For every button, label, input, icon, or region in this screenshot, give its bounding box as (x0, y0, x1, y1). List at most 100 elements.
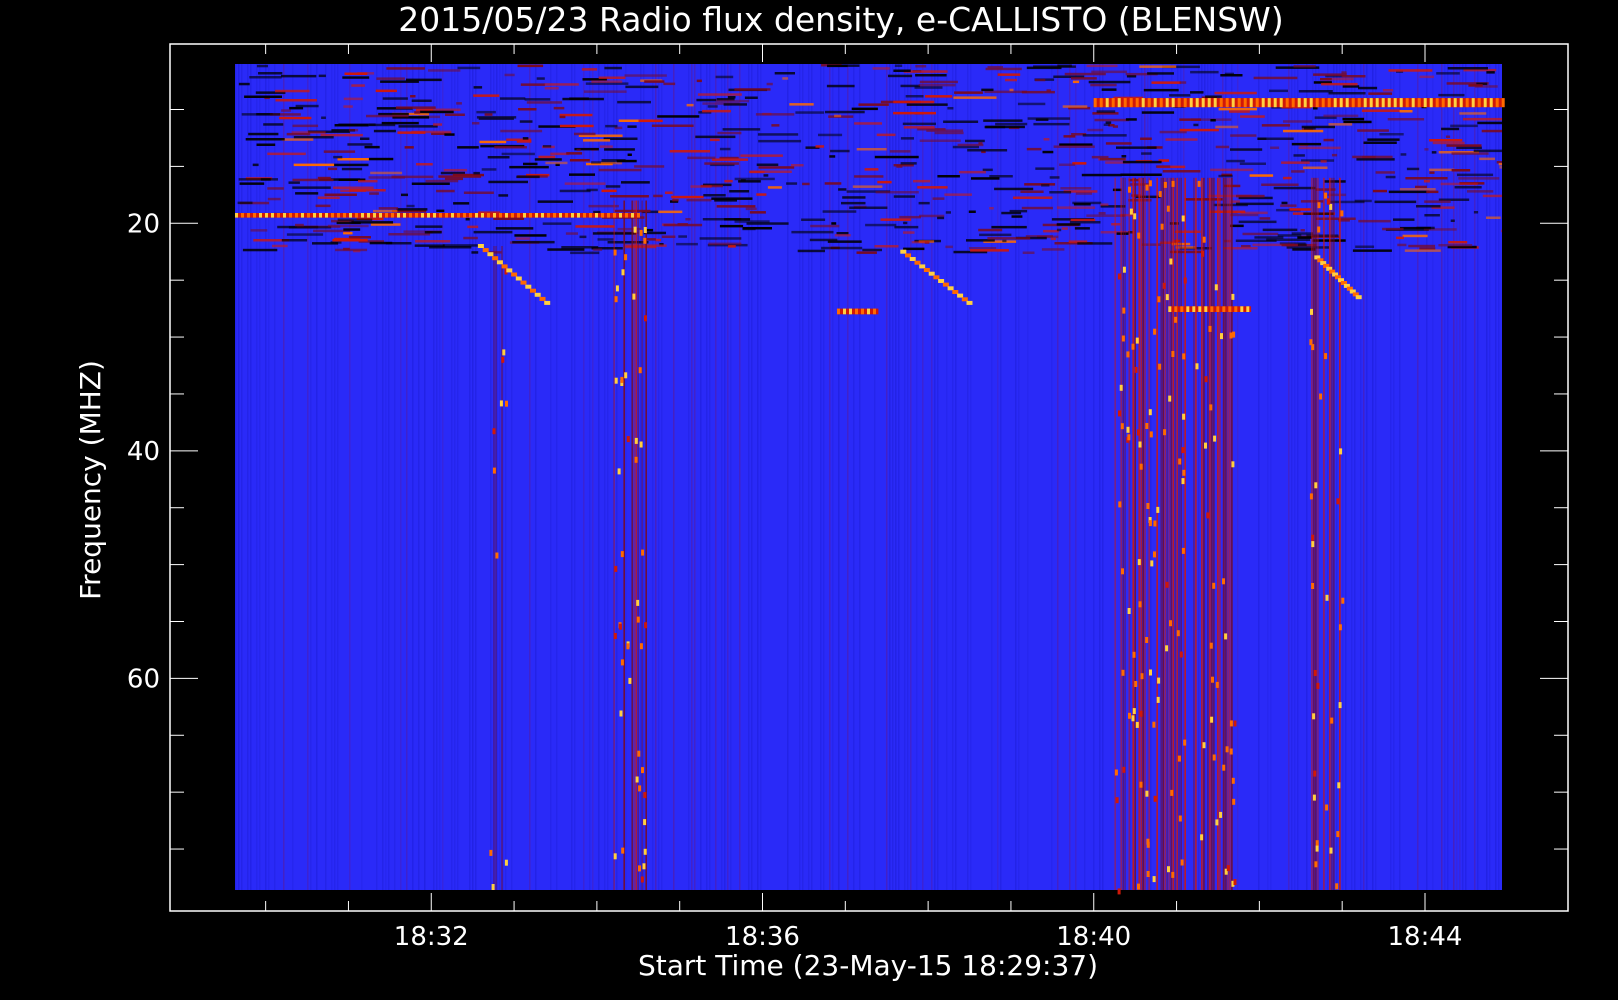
burst-hotspot (1222, 578, 1225, 585)
interference-dash (1429, 98, 1433, 108)
noise-streak (265, 64, 267, 890)
burst-hotspot (1195, 363, 1199, 370)
noise-fleck (697, 93, 742, 96)
noise-fleck (802, 182, 810, 186)
noise-fleck (1415, 185, 1427, 189)
noise-fleck (1463, 117, 1502, 121)
noise-streak (625, 64, 627, 890)
noise-fleck (1393, 218, 1415, 221)
noise-fleck (695, 135, 736, 139)
interference-dash (367, 213, 370, 218)
interference-dash (1195, 98, 1199, 108)
noise-fleck (1082, 134, 1127, 137)
noise-streak (643, 64, 645, 890)
noise-fleck (740, 154, 783, 157)
noise-fleck (894, 64, 903, 67)
burst-hotspot (1148, 409, 1152, 416)
burst-streak (1184, 177, 1186, 891)
noise-fleck (987, 237, 1031, 240)
burst-hotspot (1222, 764, 1226, 771)
noise-fleck (651, 124, 694, 127)
noise-streak (832, 64, 834, 890)
noise-fleck (1035, 118, 1049, 121)
noise-fleck (710, 138, 720, 142)
burst-hotspot (638, 367, 642, 374)
noise-fleck (809, 238, 838, 242)
noise-fleck (436, 189, 455, 193)
noise-fleck (369, 192, 379, 195)
burst-hotspot (1169, 258, 1173, 265)
noise-fleck (1429, 171, 1435, 174)
burst-hotspot (1156, 696, 1160, 703)
noise-fleck (1064, 72, 1106, 76)
noise-fleck (1372, 189, 1387, 193)
noise-fleck (1451, 152, 1489, 155)
interference-dash (1327, 98, 1331, 108)
burst-hotspot (1341, 597, 1345, 604)
interference-dash (409, 213, 412, 218)
noise-fleck (252, 163, 259, 167)
burst-hotspot (1121, 568, 1124, 575)
interference-dash (1291, 98, 1295, 108)
burst-hotspot (1210, 716, 1214, 723)
noise-fleck (1230, 134, 1257, 137)
burst-hotspot (1145, 790, 1149, 797)
interference-dash (1135, 98, 1139, 108)
noise-fleck (638, 119, 663, 123)
drift-point (909, 257, 916, 261)
noise-fleck (1408, 244, 1436, 248)
noise-fleck (292, 186, 331, 189)
noise-streak (412, 64, 414, 890)
noise-fleck (771, 124, 780, 127)
noise-fleck (318, 74, 326, 78)
burst-hotspot (1213, 435, 1217, 442)
burst-hotspot (491, 884, 495, 890)
noise-fleck (756, 193, 767, 196)
noise-fleck (425, 179, 459, 183)
burst-streak (1209, 177, 1211, 891)
interference-dash (547, 213, 550, 218)
noise-streak (259, 64, 261, 890)
interference-dash (1225, 98, 1229, 108)
burst-hotspot (1180, 859, 1184, 866)
interference-dash (1165, 98, 1169, 108)
noise-fleck (456, 102, 462, 105)
interference-dash (451, 213, 454, 218)
noise-fleck (1249, 174, 1274, 177)
burst-hotspot (1169, 620, 1172, 627)
interference-dash (1207, 98, 1211, 108)
interference-dash (361, 213, 364, 218)
noise-fleck (514, 234, 547, 237)
noise-streak (499, 64, 501, 890)
burst-hotspot (1121, 335, 1125, 342)
noise-fleck (1426, 190, 1439, 194)
burst-hotspot (1204, 442, 1207, 449)
x-axis-label: Start Time (23-May-15 18:29:37) (638, 949, 1098, 982)
noise-streak (907, 64, 909, 890)
noise-fleck (1269, 89, 1288, 93)
noise-fleck (944, 193, 972, 196)
noise-fleck (1236, 194, 1265, 198)
noise-streak (886, 64, 888, 890)
burst-hotspot (1215, 681, 1219, 688)
burst-hotspot (1168, 395, 1172, 402)
interference-dash (1489, 98, 1493, 108)
interference-dash (349, 213, 352, 218)
interference-dash (1279, 98, 1283, 108)
noise-streak (1150, 64, 1152, 890)
burst-hotspot (1338, 702, 1342, 709)
noise-fleck (981, 88, 994, 92)
burst-hotspot (1126, 351, 1130, 358)
burst-hotspot (1127, 434, 1131, 441)
burst-hotspot (499, 400, 503, 407)
noise-fleck (467, 225, 479, 229)
noise-fleck (515, 237, 530, 240)
burst-hotspot (1200, 834, 1204, 841)
interference-dash (373, 213, 376, 218)
noise-fleck (553, 106, 565, 110)
interference-dash (301, 213, 304, 218)
noise-fleck (570, 251, 600, 255)
noise-fleck (369, 123, 396, 127)
noise-fleck (453, 202, 470, 205)
noise-streak (529, 64, 531, 890)
